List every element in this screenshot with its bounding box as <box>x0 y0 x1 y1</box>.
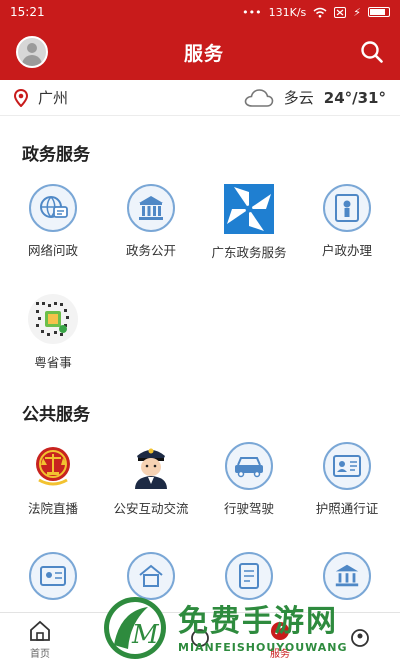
battery-icon <box>368 7 390 17</box>
service-label: 公安互动交流 <box>113 501 189 516</box>
app-screen: 15:21 ••• 131K/s ⚡ 服务 广州 多云 24°/31° 政务服务 <box>0 0 400 666</box>
home-icon <box>30 620 50 641</box>
more-dots-icon: ••• <box>242 5 262 19</box>
nav-label: 首页 <box>30 648 50 660</box>
app-header: 服务 <box>0 24 400 80</box>
network-speed: 131K/s <box>268 5 307 19</box>
weather-info: 多云 24°/31° <box>244 87 386 108</box>
status-time: 15:21 <box>10 5 45 19</box>
cloud-icon <box>244 88 274 107</box>
gov-services-grid: 网络问政 政务公开 广东政务服务 户政办理 粤省事 <box>0 166 400 386</box>
service-label: 网络问政 <box>27 243 78 258</box>
svg-text:M: M <box>131 620 160 650</box>
status-indicators: ••• 131K/s ⚡ <box>242 6 390 19</box>
service-item-gov-disclosure[interactable]: 政务公开 <box>102 166 200 276</box>
service-item-police-interaction[interactable]: 公安互动交流 <box>102 424 200 534</box>
location-selector[interactable]: 广州 <box>14 87 68 108</box>
watermark-text: 免费手游网 MIANFEISHOUYOUWANG <box>178 603 348 654</box>
service-label: 广东政务服务 <box>211 245 287 260</box>
service-item-passport[interactable]: 护照通行证 <box>298 424 396 534</box>
charging-icon: ⚡ <box>353 5 361 19</box>
status-bar: 15:21 ••• 131K/s ⚡ <box>0 0 400 24</box>
service-label: 护照通行证 <box>315 501 379 516</box>
section-title-public: 公共服务 <box>22 405 90 425</box>
service-label: 户政办理 <box>321 243 372 258</box>
watermark: M 免费手游网 MIANFEISHOUYOUWANG <box>100 590 400 666</box>
service-label: 粤省事 <box>34 355 72 370</box>
car-icon <box>225 442 273 490</box>
avatar[interactable] <box>16 36 48 68</box>
guangdong-gov-logo-icon <box>224 184 274 234</box>
passport-icon <box>323 442 371 490</box>
page-title: 服务 <box>183 42 224 65</box>
service-item-driving[interactable]: 行驶驾驶 <box>200 424 298 534</box>
sim-icon <box>334 6 347 18</box>
service-item-guangdong-gov[interactable]: 广东政务服务 <box>200 166 298 276</box>
service-item-online-consult[interactable]: 网络问政 <box>4 166 102 276</box>
watermark-subtitle: MIANFEISHOUYOUWANG <box>178 640 348 654</box>
city-name: 广州 <box>38 89 69 107</box>
id-card-icon <box>29 552 77 600</box>
online-consult-icon <box>29 184 77 232</box>
watermark-title: 免费手游网 <box>178 603 338 639</box>
location-bar: 广州 多云 24°/31° <box>0 80 400 116</box>
watermark-logo-icon: M <box>104 597 166 659</box>
service-label: 政务公开 <box>125 243 176 258</box>
location-pin-icon <box>14 88 28 107</box>
search-icon[interactable] <box>360 40 384 64</box>
household-registration-icon <box>323 184 371 232</box>
weather-text: 多云 <box>283 89 314 107</box>
wifi-icon <box>313 7 327 17</box>
government-building-icon <box>127 184 175 232</box>
qr-code-icon <box>28 294 78 344</box>
service-item-yueshengshi[interactable]: 粤省事 <box>4 276 102 386</box>
police-officer-icon <box>127 442 175 490</box>
service-item-court-live[interactable]: 法院直播 <box>4 424 102 534</box>
section-title-gov: 政务服务 <box>22 145 90 165</box>
service-item-household[interactable]: 户政办理 <box>298 166 396 276</box>
service-label: 法院直播 <box>27 501 78 516</box>
service-label: 行驶驾驶 <box>223 501 274 516</box>
nav-item-home[interactable]: 首页 <box>0 613 80 666</box>
temperature: 24°/31° <box>323 88 386 107</box>
court-emblem-icon <box>29 442 77 490</box>
